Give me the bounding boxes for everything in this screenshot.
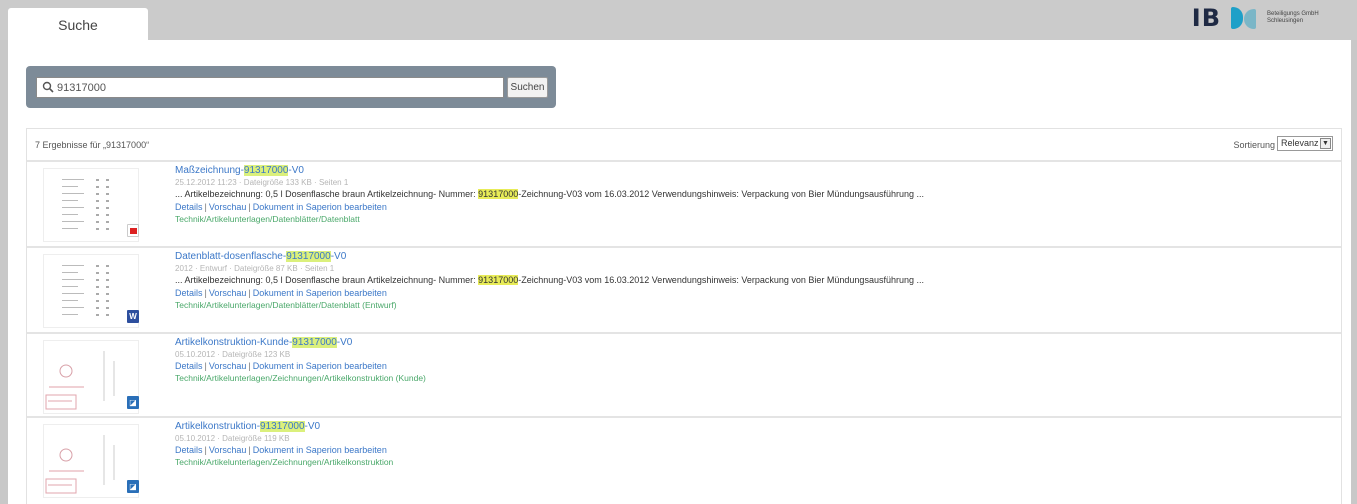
- search-bar: Suchen: [26, 66, 556, 108]
- result-row: ◪ Artikelkonstruktion-Kunde-91317000-V0 05…: [27, 332, 1341, 416]
- result-thumbnail[interactable]: [43, 254, 139, 328]
- preview-link[interactable]: Vorschau: [209, 361, 247, 371]
- result-title-suffix: -V0: [336, 337, 353, 348]
- logo-ib: IB: [1191, 4, 1221, 32]
- result-thumbnail[interactable]: [43, 340, 139, 414]
- results-header: 7 Ergebnisse für „91317000“ Sortierung R…: [27, 129, 1341, 159]
- search-button[interactable]: Suchen: [507, 77, 548, 98]
- chevron-down-icon[interactable]: ▼: [1320, 138, 1331, 149]
- search-icon: [42, 81, 54, 93]
- image-icon: ◪: [127, 396, 139, 409]
- image-icon: ◪: [127, 480, 139, 493]
- logo-mark-icon: [1231, 5, 1257, 31]
- tab-suche[interactable]: Suche: [8, 8, 148, 42]
- edit-in-saperion-link[interactable]: Dokument in Saperion bearbeiten: [253, 361, 387, 371]
- result-links: Details | Vorschau | Dokument in Saperion be…: [175, 201, 1325, 213]
- edit-in-saperion-link[interactable]: Dokument in Saperion bearbeiten: [253, 445, 387, 455]
- result-snippet: ... Artikelbezeichnung: 0,5 l Dosenflasc…: [175, 188, 1325, 201]
- result-thumbnail[interactable]: [43, 168, 139, 242]
- sort-label: Sortierung: [1233, 140, 1275, 150]
- result-title-link[interactable]: Datenblatt-dosenflasche-91317000-V0: [175, 250, 1325, 263]
- result-title-suffix: -V0: [304, 421, 321, 432]
- snippet-highlight: 91317000: [478, 275, 519, 285]
- result-title-prefix: Datenblatt-dosenflasche-: [175, 251, 287, 262]
- result-title-highlight: 91317000: [286, 251, 331, 262]
- result-snippet: ... Artikelbezeichnung: 0,5 l Dosenflasc…: [175, 274, 1325, 287]
- result-links: Details | Vorschau | Dokument in Saperion be…: [175, 360, 1325, 372]
- result-title-link[interactable]: Artikelkonstruktion-Kunde-91317000-V0: [175, 336, 1325, 349]
- result-path-link[interactable]: Technik/Artikelunterlagen/Datenblätter/D…: [175, 213, 1325, 225]
- result-path-link[interactable]: Technik/Artikelunterlagen/Zeichnungen/Ar…: [175, 456, 1325, 468]
- result-path-link[interactable]: Technik/Artikelunterlagen/Datenblätter/D…: [175, 299, 1325, 311]
- edit-in-saperion-link[interactable]: Dokument in Saperion bearbeiten: [253, 202, 387, 212]
- sort-value: Relevanz: [1281, 138, 1319, 148]
- result-title-link[interactable]: Maßzeichnung-91317000-V0: [175, 164, 1325, 177]
- top-bar: Suche IB Beteiligungs GmbH Schleusingen: [0, 0, 1357, 42]
- result-title-link[interactable]: Artikelkonstruktion-91317000-V0: [175, 420, 1325, 433]
- snippet-before: ... Artikelbezeichnung: 0,5 l Dosenflasc…: [175, 275, 479, 285]
- snippet-before: ... Artikelbezeichnung: 0,5 l Dosenflasc…: [175, 189, 479, 199]
- word-icon: W: [127, 310, 139, 323]
- result-info: Artikelkonstruktion-91317000-V0 05.10.201…: [175, 420, 1325, 468]
- result-title-highlight: 91317000: [243, 165, 289, 176]
- result-row: W Datenblatt-dosenflasche-91317000-V0 2012…: [27, 246, 1341, 332]
- edit-in-saperion-link[interactable]: Dokument in Saperion bearbeiten: [253, 288, 387, 298]
- company-logo: IB Beteiligungs GmbH Schleusingen: [1192, 2, 1337, 34]
- result-title-prefix: Artikelkonstruktion-Kunde-: [175, 337, 293, 348]
- result-title-suffix: -V0: [330, 251, 347, 262]
- result-title-highlight: 91317000: [260, 421, 305, 432]
- result-info: Maßzeichnung-91317000-V0 25.12.2012 11:23…: [175, 164, 1325, 225]
- result-title-highlight: 91317000: [292, 337, 337, 348]
- preview-link[interactable]: Vorschau: [209, 445, 247, 455]
- result-links: Details | Vorschau | Dokument in Saperion be…: [175, 287, 1325, 299]
- results-panel: 7 Ergebnisse für „91317000“ Sortierung R…: [26, 128, 1342, 504]
- result-meta: 2012 · Entwurf · Dateigröße 87 KB · Seit…: [175, 264, 335, 273]
- details-link[interactable]: Details: [175, 288, 203, 298]
- main-panel: Suchen 7 Ergebnisse für „91317000“ Sorti…: [8, 40, 1351, 504]
- result-meta: 05.10.2012 · Dateigröße 119 KB: [175, 434, 290, 443]
- result-meta: 05.10.2012 · Dateigröße 123 KB: [175, 350, 291, 359]
- result-row: Maßzeichnung-91317000-V0 25.12.2012 11:23…: [27, 160, 1341, 246]
- result-title-prefix: Artikelkonstruktion-: [175, 421, 261, 432]
- details-link[interactable]: Details: [175, 202, 203, 212]
- sort-select[interactable]: Relevanz ▼: [1277, 136, 1333, 151]
- snippet-highlight: 91317000: [478, 189, 519, 199]
- preview-link[interactable]: Vorschau: [209, 202, 247, 212]
- details-link[interactable]: Details: [175, 361, 203, 371]
- results-count: 7 Ergebnisse für „91317000“: [35, 140, 150, 150]
- result-title-suffix: -V0: [288, 165, 304, 176]
- logo-text: Beteiligungs GmbH Schleusingen: [1267, 11, 1319, 24]
- snippet-after: -Zeichnung-V03 vom 16.03.2012 Verwendung…: [518, 275, 924, 285]
- result-row: ◪ Artikelkonstruktion-91317000-V0 05.10.20…: [27, 416, 1341, 504]
- search-input[interactable]: [36, 77, 504, 98]
- result-path-link[interactable]: Technik/Artikelunterlagen/Zeichnungen/Ar…: [175, 372, 1325, 384]
- result-info: Datenblatt-dosenflasche-91317000-V0 2012 …: [175, 250, 1325, 311]
- result-meta: 25.12.2012 11:23 · Dateigröße 133 KB · S…: [175, 178, 349, 187]
- pdf-icon: [127, 224, 139, 237]
- result-thumbnail[interactable]: [43, 424, 139, 498]
- snippet-after: -Zeichnung-V03 vom 16.03.2012 Verwendung…: [518, 189, 924, 199]
- result-links: Details | Vorschau | Dokument in Saperion be…: [175, 444, 1325, 456]
- details-link[interactable]: Details: [175, 445, 203, 455]
- result-info: Artikelkonstruktion-Kunde-91317000-V0 05.…: [175, 336, 1325, 384]
- preview-link[interactable]: Vorschau: [209, 288, 247, 298]
- result-title-prefix: Maßzeichnung-: [175, 165, 244, 176]
